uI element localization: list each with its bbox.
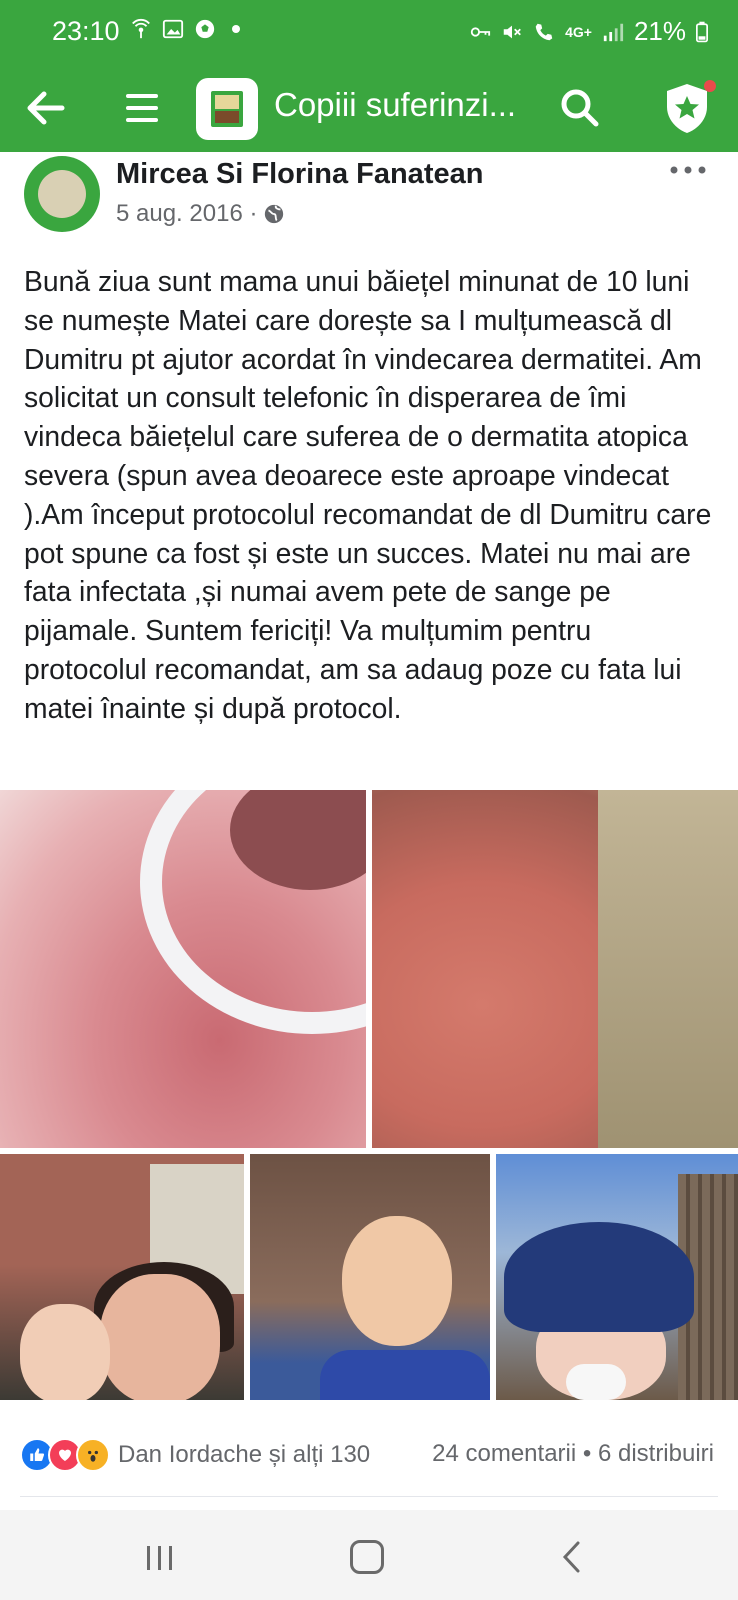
- key-icon: [470, 26, 491, 37]
- post-date[interactable]: 5 aug. 2016 ·: [116, 200, 257, 228]
- wifi-hotspot-icon: [132, 18, 150, 39]
- count-separator: •: [582, 1440, 592, 1467]
- group-thumbnail[interactable]: [196, 78, 258, 140]
- author-avatar[interactable]: [24, 156, 100, 232]
- call-icon: [535, 23, 553, 40]
- battery-percent: 21%: [633, 16, 686, 46]
- post-photo-4[interactable]: [250, 1154, 490, 1400]
- mute-icon: [503, 25, 521, 38]
- photo-shape: [566, 1364, 626, 1400]
- post-photo-1[interactable]: [0, 790, 366, 1148]
- book-icon: [211, 91, 243, 127]
- signal-icon: [603, 23, 624, 41]
- photo-shape: [504, 1222, 694, 1332]
- status-bar: 23:10 4G+ 21%: [0, 0, 738, 64]
- app-bar: Copiii suferinzi...: [0, 64, 738, 152]
- status-time: 23:10: [52, 16, 120, 46]
- home-icon[interactable]: [350, 1540, 384, 1574]
- group-title[interactable]: Copiii suferinzi...: [274, 86, 516, 124]
- recent-apps-icon[interactable]: [144, 1544, 176, 1572]
- menu-icon[interactable]: [124, 86, 160, 130]
- post-photo-3[interactable]: [0, 1154, 244, 1400]
- post-text: Bună ziua sunt mama unui băiețel minunat…: [24, 265, 712, 724]
- post-photo-2[interactable]: [372, 790, 738, 1148]
- author-name[interactable]: Mircea Si Florina Fanatean: [116, 158, 483, 191]
- back-arrow-icon[interactable]: [22, 84, 70, 132]
- comments-count[interactable]: 24 comentarii: [432, 1440, 576, 1467]
- post-photo-5[interactable]: [496, 1154, 738, 1400]
- shield-star-button[interactable]: [660, 80, 716, 136]
- shares-count[interactable]: 6 distribuiri: [598, 1440, 714, 1467]
- reactions-summary[interactable]: Dan Iordache și alți 130: [20, 1438, 370, 1472]
- notification-dot: [232, 25, 240, 33]
- more-options-icon[interactable]: [668, 160, 708, 180]
- search-icon[interactable]: [556, 84, 604, 132]
- globe-icon: [265, 204, 284, 224]
- notification-dot: [704, 80, 716, 92]
- photo-shape: [320, 1350, 490, 1400]
- photo-shape: [100, 1274, 220, 1400]
- gallery-icon: [162, 19, 184, 39]
- soccer-icon: [195, 19, 215, 39]
- photo-shape: [598, 790, 738, 1148]
- reaction-names[interactable]: Dan Iordache și alți 130: [118, 1441, 370, 1469]
- photo-shape: [140, 790, 366, 1034]
- photo-shape: [20, 1304, 110, 1400]
- battery-icon: [696, 21, 708, 42]
- engagement-counts: 24 comentarii • 6 distribuiri: [432, 1440, 714, 1468]
- system-nav-bar: [0, 1510, 738, 1600]
- photo-shape: [342, 1216, 452, 1346]
- back-icon[interactable]: [560, 1540, 582, 1574]
- network-type: 4G+: [565, 23, 592, 40]
- divider: [20, 1496, 718, 1497]
- avatar-image: [38, 170, 86, 218]
- wow-icon: [76, 1438, 110, 1472]
- post-meta: 5 aug. 2016 ·: [116, 200, 285, 228]
